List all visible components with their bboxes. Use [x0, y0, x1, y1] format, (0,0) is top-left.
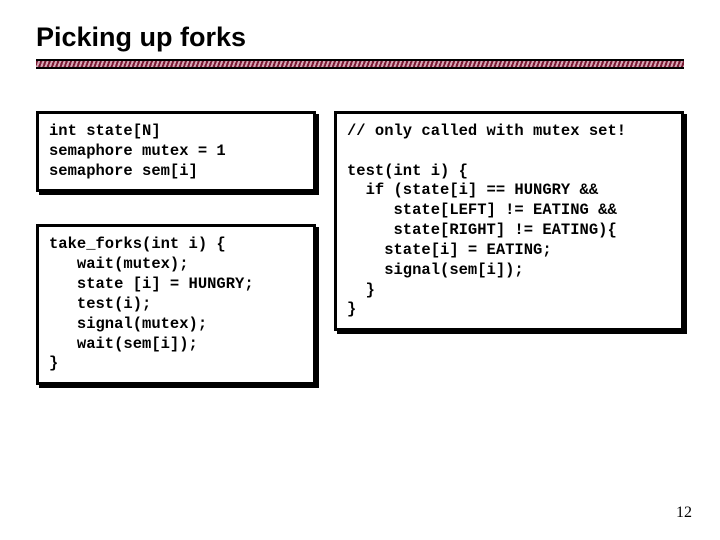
page-number: 12 [676, 504, 692, 522]
slide: Picking up forks int state[N] semaphore … [0, 0, 720, 385]
title-divider [36, 59, 684, 69]
code-test: // only called with mutex set! test(int … [334, 111, 684, 331]
content-columns: int state[N] semaphore mutex = 1 semapho… [36, 111, 684, 385]
left-column: int state[N] semaphore mutex = 1 semapho… [36, 111, 316, 385]
code-declarations: int state[N] semaphore mutex = 1 semapho… [36, 111, 316, 192]
right-column: // only called with mutex set! test(int … [334, 111, 684, 331]
code-take-forks: take_forks(int i) { wait(mutex); state [… [36, 224, 316, 385]
slide-title: Picking up forks [36, 22, 684, 53]
